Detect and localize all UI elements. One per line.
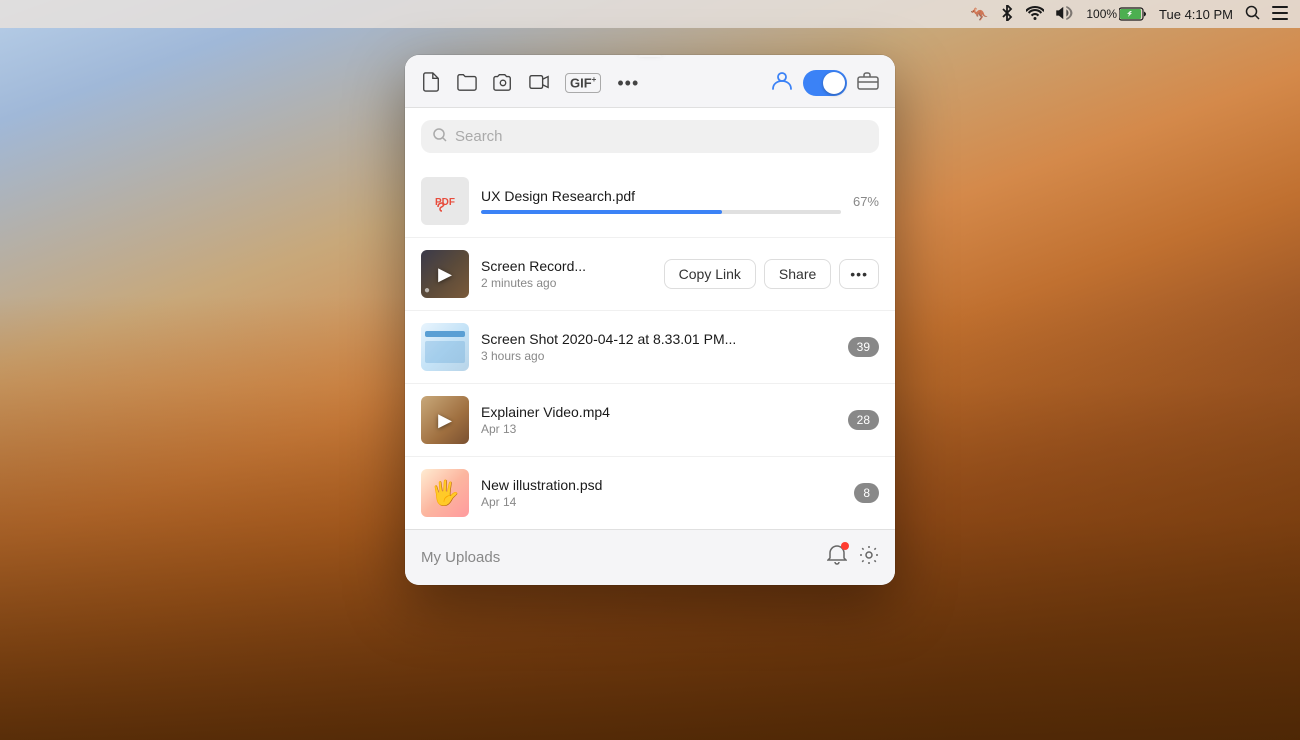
more-icon[interactable]: •••	[617, 74, 639, 92]
battery-indicator: 100%	[1086, 7, 1147, 21]
bell-icon[interactable]	[827, 544, 847, 571]
footer-title: My Uploads	[421, 549, 500, 566]
file-badge: 8	[854, 483, 879, 503]
screenshot-preview	[421, 323, 469, 371]
file-right: 67%	[853, 194, 879, 209]
folder-icon[interactable]	[457, 72, 477, 95]
file-right: Copy Link Share •••	[664, 259, 879, 289]
file-item[interactable]: 🖐️ New illustration.psd Apr 14 8	[405, 457, 895, 529]
desktop: 🦘 100%	[0, 0, 1300, 740]
share-button[interactable]: Share	[764, 259, 831, 289]
new-file-icon[interactable]	[421, 72, 441, 95]
file-meta: 2 minutes ago	[481, 276, 652, 290]
file-list: PDF UX Design Research.pdf 67%	[405, 165, 895, 529]
menubar-time: Tue 4:10 PM	[1159, 7, 1233, 22]
file-item[interactable]: Screen Shot 2020-04-12 at 8.33.01 PM... …	[405, 311, 895, 384]
file-right: 28	[848, 410, 879, 430]
file-badge: 28	[848, 410, 879, 430]
menubar-list-icon[interactable]	[1272, 6, 1288, 23]
camera-icon[interactable]	[493, 72, 513, 95]
search-bar	[405, 108, 895, 165]
play-icon: ▶	[438, 410, 452, 431]
file-thumbnail: 🖐️	[421, 469, 469, 517]
footer-icons	[827, 544, 879, 571]
file-name: Screen Record...	[481, 258, 652, 274]
progress-container	[481, 210, 841, 214]
file-info: Explainer Video.mp4 Apr 13	[481, 404, 836, 436]
play-icon: ▶	[438, 264, 452, 285]
file-right: 39	[848, 337, 879, 357]
file-thumbnail	[421, 323, 469, 371]
progress-track	[481, 210, 841, 214]
menubar-right: 🦘 100%	[971, 5, 1288, 24]
file-item[interactable]: PDF UX Design Research.pdf 67%	[405, 165, 895, 238]
more-options-button[interactable]: •••	[839, 259, 879, 289]
progress-percent: 67%	[853, 194, 879, 209]
wifi-icon[interactable]	[1026, 6, 1044, 23]
file-name: UX Design Research.pdf	[481, 188, 841, 204]
notification-dot	[841, 542, 849, 550]
kangaroo-icon[interactable]: 🦘	[971, 6, 988, 23]
file-thumbnail: ● ▶	[421, 250, 469, 298]
search-icon	[433, 128, 447, 145]
volume-icon[interactable]	[1056, 6, 1074, 23]
popup-panel: GIF+ •••	[405, 55, 895, 585]
menubar-search-icon[interactable]	[1245, 5, 1260, 23]
svg-text:PDF: PDF	[435, 197, 455, 208]
file-name: Screen Shot 2020-04-12 at 8.33.01 PM...	[481, 331, 836, 347]
action-buttons: Copy Link Share •••	[664, 259, 879, 289]
user-icon[interactable]	[771, 69, 793, 97]
file-item[interactable]: ● ▶ Screen Record... 2 minutes ago Copy …	[405, 238, 895, 311]
file-meta: Apr 14	[481, 495, 842, 509]
file-meta: Apr 13	[481, 422, 836, 436]
settings-icon[interactable]	[859, 545, 879, 570]
file-thumbnail: ▶	[421, 396, 469, 444]
file-info: Screen Shot 2020-04-12 at 8.33.01 PM... …	[481, 331, 836, 363]
bluetooth-icon[interactable]	[1000, 5, 1014, 24]
search-input-wrapper[interactable]	[421, 120, 879, 153]
file-meta: 3 hours ago	[481, 349, 836, 363]
file-info: UX Design Research.pdf	[481, 188, 841, 214]
briefcase-icon[interactable]	[857, 70, 879, 96]
progress-fill	[481, 210, 722, 214]
toggle-switch[interactable]	[803, 70, 847, 96]
gif-icon[interactable]: GIF+	[565, 73, 601, 92]
menubar: 🦘 100%	[0, 0, 1300, 28]
file-thumbnail: PDF	[421, 177, 469, 225]
file-name: New illustration.psd	[481, 477, 842, 493]
file-info: Screen Record... 2 minutes ago	[481, 258, 652, 290]
file-right: 8	[854, 483, 879, 503]
battery-percent: 100%	[1086, 7, 1117, 21]
toolbar-right	[771, 69, 879, 97]
toolbar-icons: GIF+ •••	[421, 72, 751, 95]
file-badge: 39	[848, 337, 879, 357]
file-item[interactable]: ▶ Explainer Video.mp4 Apr 13 28	[405, 384, 895, 457]
file-info: New illustration.psd Apr 14	[481, 477, 842, 509]
toolbar: GIF+ •••	[405, 55, 895, 108]
file-name: Explainer Video.mp4	[481, 404, 836, 420]
search-input[interactable]	[455, 128, 867, 145]
copy-link-button[interactable]: Copy Link	[664, 259, 756, 289]
footer: My Uploads	[405, 529, 895, 585]
video-icon[interactable]	[529, 72, 549, 95]
illustration-preview: 🖐️	[421, 469, 469, 517]
